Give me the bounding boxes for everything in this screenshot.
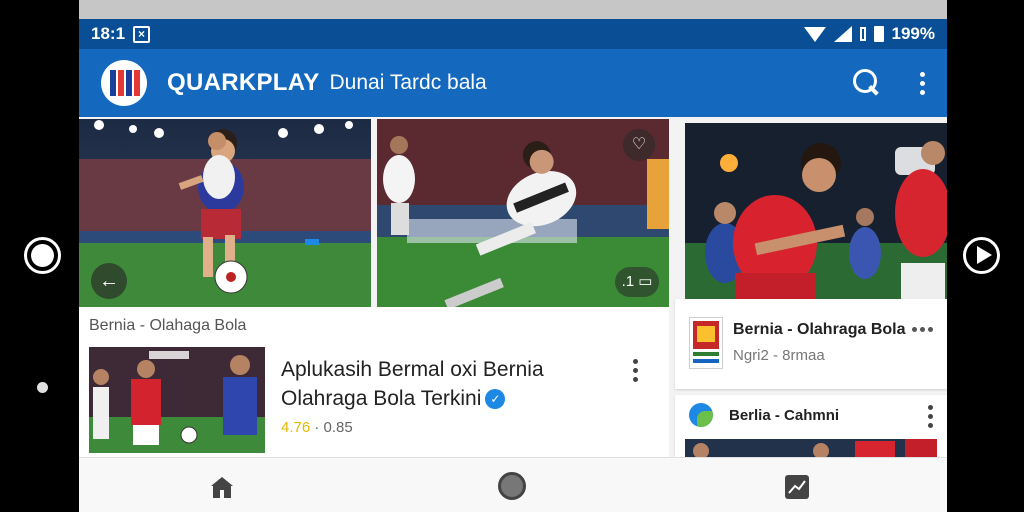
status-time: 18:1 <box>91 24 126 43</box>
list-item-title: Bernia - Olahraga Bola <box>733 321 906 338</box>
meta-extra: 0.85 <box>323 419 353 436</box>
gallery-image-3[interactable] <box>685 123 947 299</box>
status-bar: 18:1 × 199% <box>79 19 947 49</box>
status-icons: 199% <box>803 24 935 44</box>
app-bar: QUARKPLAY Dunai Tardc bala <box>79 49 947 117</box>
content-area: ← ♡ .1 ▭ Bernia - Olahaga Bola Aplukasih… <box>79 117 947 457</box>
home-circle-icon[interactable] <box>498 472 526 500</box>
app-subtitle: Dunai Tardc bala <box>329 71 487 94</box>
screen: 18:1 × 199% QUARKPLAY Dunai Tardc bala ←… <box>0 0 1024 512</box>
section-label: Bernia - Olahaga Bola <box>89 317 247 334</box>
image-counter-badge: .1 ▭ <box>615 267 659 297</box>
featured-title[interactable]: Aplukasih Bermal oxi Bernia Olahraga Bol… <box>281 355 581 413</box>
gallery-image-2[interactable]: ♡ .1 ▭ <box>377 119 669 307</box>
more-vert-icon[interactable] <box>633 359 638 382</box>
list-item-meta: Ngri2 - 8rmaa <box>733 347 825 364</box>
phone-screen: 18:1 × 199% QUARKPLAY Dunai Tardc bala ←… <box>79 0 947 512</box>
trending-icon[interactable] <box>785 475 809 499</box>
app-icon <box>689 317 723 369</box>
list-item-title: Berlia - Cahmni <box>729 407 840 424</box>
more-vert-icon[interactable] <box>928 405 933 428</box>
top-bezel <box>79 0 947 19</box>
featured-thumbnail[interactable] <box>89 347 265 453</box>
signal-icon <box>833 26 852 42</box>
list-item[interactable]: Berlia - Cahmni <box>675 395 947 457</box>
bookmark-icon[interactable]: ♡ <box>623 129 655 161</box>
x-box-icon: × <box>133 25 151 43</box>
list-item-preview <box>685 439 937 457</box>
app-bar-actions <box>852 68 925 98</box>
list-item[interactable]: Bernia - Olahraga Bola Ngri2 - 8rmaa <box>675 299 947 389</box>
verified-check-icon: ✓ <box>485 389 506 409</box>
featured-card[interactable]: Bernia - Olahaga Bola Aplukasih Bermal o… <box>79 307 669 457</box>
flag-logo-icon <box>101 60 147 106</box>
app-name: QUARKPLAY <box>167 69 320 96</box>
more-horiz-icon[interactable] <box>912 327 933 332</box>
bottom-nav-bar <box>79 457 947 512</box>
battery-percent: 199% <box>891 24 935 43</box>
search-icon[interactable] <box>852 68 882 98</box>
battery-icon <box>873 26 884 42</box>
gallery-image-1[interactable]: ← <box>79 119 371 307</box>
sim-icon <box>859 27 866 41</box>
featured-meta: 4.76 · 0.85 <box>281 419 353 436</box>
arrow-left-icon[interactable]: ← <box>91 263 127 299</box>
wifi-icon <box>803 26 826 42</box>
app-icon <box>689 403 713 427</box>
play-icon[interactable] <box>963 237 1000 274</box>
more-vert-icon[interactable] <box>920 71 925 95</box>
rating: 4.76 <box>281 419 311 436</box>
emulator-dot-indicator <box>37 382 48 393</box>
emulator-circle-button[interactable] <box>24 237 61 274</box>
home-icon[interactable] <box>210 475 234 499</box>
